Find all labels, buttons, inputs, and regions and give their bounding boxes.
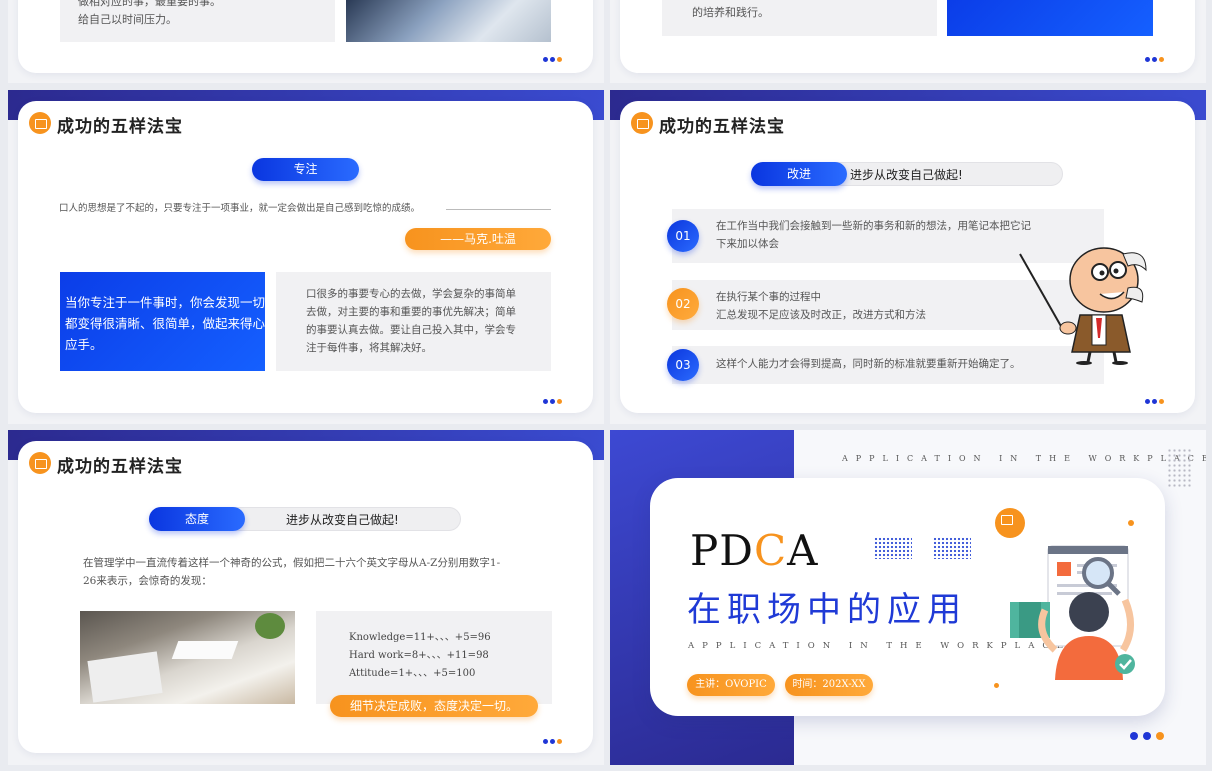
page-dots: [1145, 57, 1167, 63]
formula-line: Attitude=1+、、、+5=100: [349, 668, 476, 679]
slide-title: 成功的五样法宝: [57, 457, 183, 477]
improve-pill: 改进: [751, 162, 847, 186]
page-dots: [543, 57, 565, 63]
accent-dot: [1128, 520, 1134, 526]
magnifier-person-illustration-icon: [1010, 545, 1135, 680]
slide-panel-6[interactable]: APPLICATION IN THE WORKPLACE PDCA 在职场中的应…: [610, 430, 1206, 765]
speaker-pill: 主讲：OVOPIC: [687, 674, 775, 696]
quote-text: 口人的思想是了不起的，只要专注于一项事业，就一定会做出是自己感到吃惊的成绩。: [59, 203, 421, 214]
text-box: 口很多的事要专心的去做，学会复杂的事简单去做，对主要的事和重要的事优先解决；简单…: [276, 272, 551, 371]
item-text: 在工作当中我们会接触到一些新的事务和新的想法，用笔记本把它记 下来加以体会: [716, 220, 1031, 250]
formula-line: Hard work=8+、、、+11=98: [349, 650, 489, 661]
dot-pattern-icon: [874, 537, 912, 559]
desk-photo: [80, 611, 295, 704]
conclusion-pill: 细节决定成败，态度决定一切。: [330, 695, 538, 717]
formula-list: Knowledge=11+、、、+5=96 Hard work=8+、、、+11…: [349, 629, 491, 683]
book-icon: [29, 112, 51, 134]
slide-panel-1[interactable]: 做相对应的事，最重要的事。 给自己以时间压力。: [8, 0, 604, 83]
text-line: 做相对应的事，最重要的事。: [78, 0, 221, 8]
dot-grid-icon: [1167, 448, 1193, 488]
book-icon: [29, 452, 51, 474]
page-dots: [1145, 399, 1167, 405]
book-icon: [995, 508, 1025, 538]
number-badge: 01: [667, 220, 699, 252]
slide-panel-4[interactable]: 成功的五样法宝 进步从改变自己做起! 改进 01 在工作当中我们会接触到一些新的…: [610, 90, 1206, 424]
slide-title: 成功的五样法宝: [659, 117, 785, 137]
slide-title: 成功的五样法宝: [57, 117, 183, 137]
teacher-cartoon-icon: [1019, 247, 1147, 365]
time-pill: 时间：202X-XX: [785, 674, 873, 696]
slogan-text: 进步从改变自己做起!: [850, 168, 963, 182]
number-badge: 03: [667, 349, 699, 381]
body-text: 口很多的事要专心的去做，学会复杂的事简单去做，对主要的事和重要的事优先解决；简单…: [306, 288, 516, 354]
focus-pill: 专注: [252, 158, 359, 181]
meeting-photo: [346, 0, 551, 42]
cover-title-cn: 在职场中的应用: [687, 590, 967, 630]
book-icon: [631, 112, 653, 134]
blue-block: [947, 0, 1153, 36]
dot-pattern-icon: [933, 537, 971, 559]
intro-text: 在管理学中一直流传着这样一个神奇的公式，假如把二十六个英文字母从A-Z分别用数字…: [83, 557, 501, 587]
slogan-text: 进步从改变自己做起!: [286, 513, 399, 527]
page-dots: [543, 399, 565, 405]
slide-panel-2[interactable]: 的培养和践行。: [610, 0, 1206, 83]
text-box: 的培养和践行。: [662, 0, 937, 36]
formula-line: Knowledge=11+、、、+5=96: [349, 632, 491, 643]
page-dots: [1130, 732, 1166, 740]
text-line: 的培养和践行。: [692, 6, 769, 19]
text-line: 给自己以时间压力。: [78, 13, 177, 26]
accent-dot: [994, 683, 999, 688]
item-text: 在执行某个事的过程中 汇总发现不足应该及时改正，改进方式和方法: [716, 291, 926, 321]
highlight-box: 当你专注于一件事时，你会发现一切都变得很清晰、很简单，做起来得心应手。: [60, 272, 265, 371]
highlight-text: 当你专注于一件事时，你会发现一切都变得很清晰、很简单，做起来得心应手。: [65, 295, 266, 352]
page-dots: [543, 739, 565, 745]
cover-title-en: PDCA: [690, 526, 819, 575]
slide-panel-3[interactable]: 成功的五样法宝 专注 口人的思想是了不起的，只要专注于一项事业，就一定会做出是自…: [8, 90, 604, 424]
formula-box: Knowledge=11+、、、+5=96 Hard work=8+、、、+11…: [316, 611, 552, 704]
author-pill: ——马克.吐温: [405, 228, 551, 250]
quote-divider: [446, 209, 551, 210]
attitude-pill: 态度: [149, 507, 245, 531]
text-box: 做相对应的事，最重要的事。 给自己以时间压力。: [60, 0, 335, 42]
item-text: 这样个人能力才会得到提高，同时新的标准就要重新开始确定了。: [716, 358, 1021, 370]
top-tag: APPLICATION IN THE WORKPLACE: [842, 454, 1206, 463]
slide-panel-5[interactable]: 成功的五样法宝 进步从改变自己做起! 态度 在管理学中一直流传着这样一个神奇的公…: [8, 430, 604, 765]
number-badge: 02: [667, 288, 699, 320]
